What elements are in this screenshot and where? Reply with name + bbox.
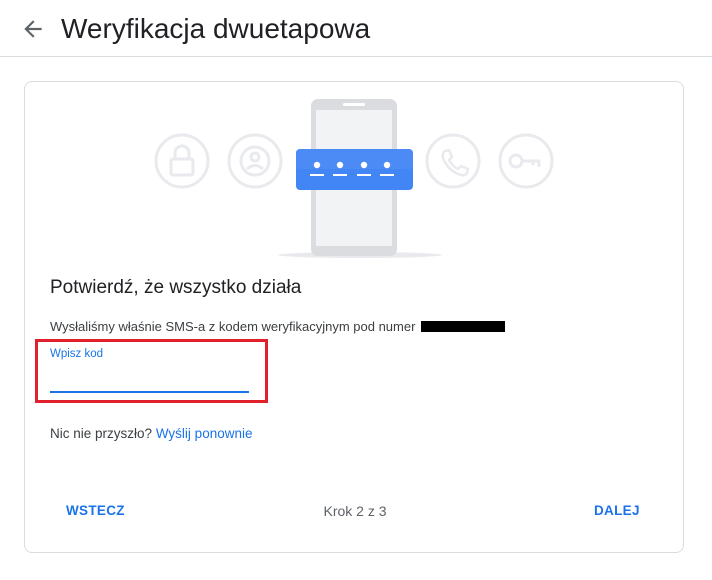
arrow-back-icon[interactable] <box>20 16 46 42</box>
phone-icon <box>425 133 481 189</box>
verification-card: Potwierdź, że wszystko działa Wysłaliśmy… <box>24 81 684 553</box>
page-header: Weryfikacja dwuetapowa <box>0 0 712 57</box>
key-icon <box>498 133 554 189</box>
code-input[interactable] <box>50 365 249 393</box>
resend-line: Nic nie przyszło? Wyślij ponownie <box>50 425 252 443</box>
card-heading: Potwierdź, że wszystko działa <box>50 277 302 298</box>
sms-sent-label: Wysłaliśmy właśnie SMS-a z kodem weryfik… <box>50 319 416 334</box>
phone-speaker <box>343 103 365 106</box>
next-button[interactable]: DALEJ <box>578 495 656 527</box>
verification-illustration <box>154 99 554 258</box>
lock-icon <box>154 133 210 189</box>
sms-sent-text: Wysłaliśmy właśnie SMS-a z kodem weryfik… <box>50 319 506 335</box>
code-field-label: Wpisz kod <box>50 348 104 360</box>
resend-prefix: Nic nie przyszło? <box>50 426 153 441</box>
page-title: Weryfikacja dwuetapowa <box>61 13 371 44</box>
person-icon <box>227 133 283 189</box>
resend-link[interactable]: Wyślij ponownie <box>156 426 253 441</box>
code-field: Wpisz kod <box>50 345 250 395</box>
redacted-phone-number <box>421 321 506 332</box>
